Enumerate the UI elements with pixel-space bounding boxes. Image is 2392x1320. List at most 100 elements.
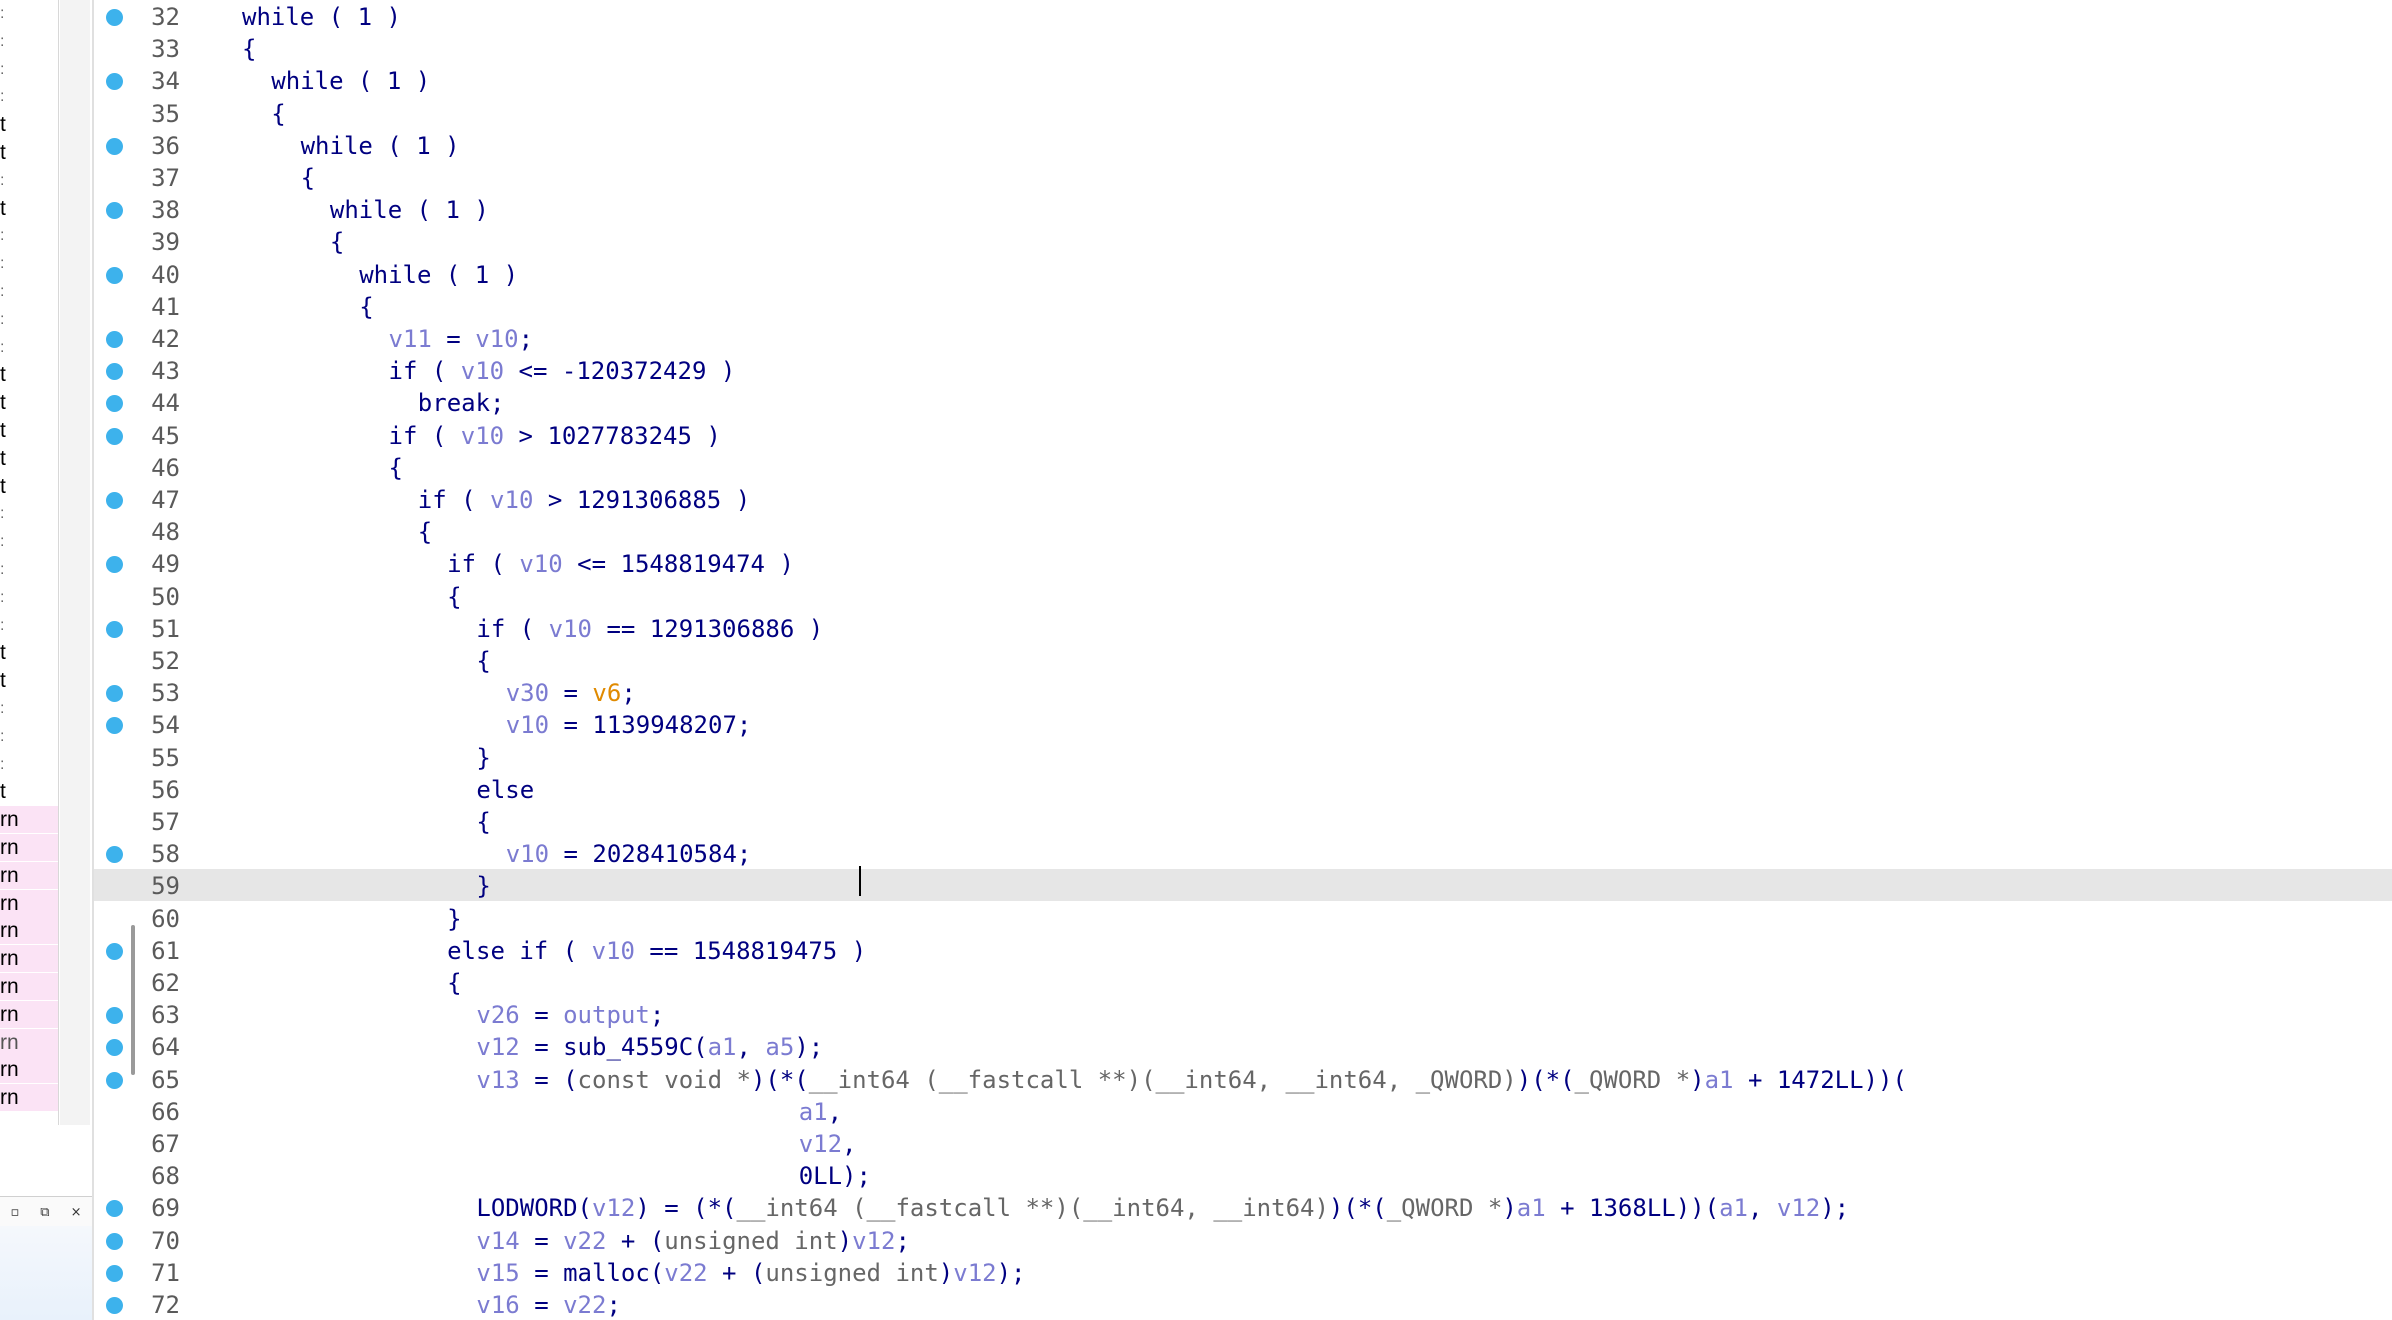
code-line[interactable]: 56 else — [94, 773, 2392, 805]
identifier-token[interactable]: v10 — [475, 325, 518, 353]
function-list-item[interactable]: : — [0, 250, 58, 277]
code-line[interactable]: 72 v16 = v22; — [94, 1288, 2392, 1320]
function-list-item[interactable]: : — [0, 751, 58, 778]
identifier-token[interactable]: v12 — [852, 1227, 895, 1255]
function-list-item[interactable]: : — [0, 167, 58, 194]
identifier-token[interactable]: v16 — [476, 1291, 519, 1319]
identifier-token[interactable]: v22 — [664, 1259, 707, 1287]
breakpoint-marker-icon[interactable] — [106, 1264, 123, 1282]
code-line[interactable]: 60} — [94, 902, 2392, 934]
breakpoint-marker-icon[interactable] — [106, 1071, 123, 1089]
breakpoint-marker-icon[interactable] — [106, 427, 123, 445]
function-list-item[interactable]: : — [0, 612, 58, 639]
identifier-token[interactable]: output — [563, 1001, 650, 1029]
breakpoint-marker-icon[interactable] — [106, 1039, 123, 1057]
function-list-item[interactable]: t — [0, 195, 58, 222]
code-line[interactable]: 69 LODWORD(v12) = (*(__int64 (__fastcall … — [94, 1191, 2392, 1223]
function-list-item[interactable]: rn — [0, 834, 58, 861]
code-line[interactable]: 65 v13 = (const void *)(*(__int64 (__fast… — [94, 1063, 2392, 1095]
code-line[interactable]: 64 v12 = sub_4559C(a1, a5); — [94, 1030, 2392, 1062]
function-list-item[interactable]: t — [0, 778, 58, 805]
function-list-item[interactable]: : — [0, 28, 58, 55]
breakpoint-marker-icon[interactable] — [106, 942, 123, 960]
function-list-panel[interactable]: :::: t t: t::::: t t t t t::::: t t::: t rn rn rn rn rn r… — [0, 0, 59, 1125]
function-list-item[interactable]: : — [0, 528, 58, 555]
identifier-token[interactable]: v10 — [592, 937, 635, 965]
function-list-item[interactable]: : — [0, 83, 58, 110]
code-line[interactable]: 58 v10 = 2028410584; — [94, 837, 2392, 869]
identifier-token[interactable]: a1 — [708, 1033, 737, 1061]
breakpoint-marker-icon[interactable] — [106, 685, 123, 703]
code-line[interactable]: 52{ — [94, 644, 2392, 676]
breakpoint-marker-icon[interactable] — [106, 9, 123, 26]
function-list-item[interactable]: : — [0, 278, 58, 305]
breakpoint-marker-icon[interactable] — [106, 1007, 123, 1025]
breakpoint-marker-icon[interactable] — [106, 202, 123, 220]
function-list-item[interactable]: : — [0, 584, 58, 611]
code-line[interactable]: 44 break; — [94, 386, 2392, 418]
identifier-token[interactable]: v13 — [476, 1066, 519, 1094]
code-line[interactable]: 33{ — [94, 32, 2392, 64]
code-line[interactable]: 40 while ( 1 ) — [94, 258, 2392, 290]
identifier-token[interactable]: v14 — [476, 1227, 519, 1255]
breakpoint-marker-icon[interactable] — [106, 137, 123, 155]
identifier-token[interactable]: v10 — [506, 840, 549, 868]
code-line[interactable]: 35{ — [94, 97, 2392, 129]
identifier-token[interactable]: v11 — [389, 325, 432, 353]
identifier-token[interactable]: v22 — [563, 1291, 606, 1319]
function-list-item[interactable]: : — [0, 56, 58, 83]
code-line[interactable]: 61 else if ( v10 == 1548819475 ) — [94, 934, 2392, 966]
identifier-token[interactable]: v30 — [506, 679, 549, 707]
function-list-item[interactable]: rn — [0, 917, 58, 945]
breakpoint-marker-icon[interactable] — [106, 620, 123, 638]
float-window-icon[interactable]: ⧉ — [40, 1205, 49, 1220]
breakpoint-marker-icon[interactable] — [106, 266, 123, 284]
identifier-token[interactable]: v10 — [549, 615, 592, 643]
code-line[interactable]: 62{ — [94, 966, 2392, 998]
identifier-token[interactable]: a1 — [1517, 1194, 1546, 1222]
breakpoint-marker-icon[interactable] — [106, 492, 123, 509]
code-line[interactable]: 39{ — [94, 225, 2392, 257]
code-line[interactable]: 66 a1, — [94, 1095, 2392, 1127]
restore-icon[interactable]: ▫ — [10, 1205, 19, 1220]
code-line[interactable]: 71 v15 = malloc(v22 + (unsigned int)v12); — [94, 1256, 2392, 1288]
identifier-token[interactable]: v12 — [1777, 1194, 1820, 1222]
breakpoint-marker-icon[interactable] — [106, 717, 123, 735]
identifier-token[interactable]: v10 — [461, 422, 504, 450]
function-list-item[interactable]: rn — [0, 1000, 58, 1028]
identifier-token[interactable]: v12 — [799, 1130, 842, 1158]
function-list-item[interactable]: rn — [0, 806, 58, 834]
code-line[interactable]: 55} — [94, 741, 2392, 773]
function-list-item[interactable]: rn — [0, 945, 58, 973]
code-line[interactable]: 36 while ( 1 ) — [94, 129, 2392, 161]
code-line[interactable]: 32 while ( 1 ) — [94, 0, 2392, 32]
code-line[interactable]: 57{ — [94, 805, 2392, 837]
function-list-item[interactable]: : — [0, 556, 58, 583]
function-list-item[interactable]: rn — [0, 1084, 58, 1112]
identifier-token[interactable]: a5 — [765, 1033, 794, 1061]
function-list-item[interactable]: rn — [0, 889, 58, 917]
code-line[interactable]: 49 if ( v10 <= 1548819474 ) — [94, 547, 2392, 579]
function-list-item[interactable]: : — [0, 500, 58, 527]
code-line[interactable]: 41{ — [94, 290, 2392, 322]
code-line[interactable]: 46{ — [94, 451, 2392, 483]
code-line[interactable]: 53 v30 = v6; — [94, 676, 2392, 708]
function-list-item[interactable]: rn — [0, 973, 58, 1000]
code-line[interactable]: 47 if ( v10 > 1291306885 ) — [94, 483, 2392, 515]
identifier-token[interactable]: v15 — [476, 1259, 519, 1287]
breakpoint-marker-icon[interactable] — [106, 556, 123, 574]
code-line[interactable]: 34 while ( 1 ) — [94, 64, 2392, 96]
function-list-item[interactable]: : — [0, 0, 58, 27]
code-line[interactable]: 63 v26 = output; — [94, 998, 2392, 1030]
breakpoint-marker-icon[interactable] — [106, 1200, 123, 1218]
identifier-token[interactable]: v10 — [490, 486, 533, 514]
function-list-item[interactable]: t — [0, 473, 58, 500]
code-line[interactable]: 68 0LL); — [94, 1159, 2392, 1191]
identifier-token[interactable]: v12 — [476, 1033, 519, 1061]
code-line[interactable]: 38 while ( 1 ) — [94, 193, 2392, 225]
breakpoint-marker-icon[interactable] — [106, 331, 123, 348]
function-list-item[interactable]: t — [0, 667, 58, 694]
function-list-item[interactable]: t — [0, 111, 58, 138]
function-list-item[interactable]: t — [0, 361, 58, 388]
function-list-item[interactable]: t — [0, 639, 58, 666]
